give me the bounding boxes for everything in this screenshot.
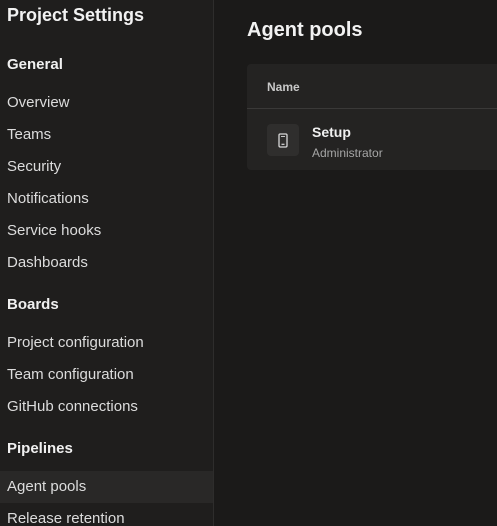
sidebar-item-agent-pools[interactable]: Agent pools: [0, 471, 213, 503]
sidebar-item-overview[interactable]: Overview: [0, 87, 213, 119]
sidebar-item-service-hooks[interactable]: Service hooks: [0, 215, 213, 247]
section-header-boards: Boards: [7, 296, 59, 313]
device-icon: [267, 124, 299, 156]
sidebar-item-project-configuration[interactable]: Project configuration: [0, 327, 213, 359]
section-header-pipelines: Pipelines: [7, 440, 73, 457]
sidebar-item-release-retention[interactable]: Release retention: [0, 503, 213, 526]
section-header-general: General: [7, 56, 63, 73]
page-title: Agent pools: [247, 19, 363, 41]
settings-sidebar: Project Settings General Overview Teams …: [0, 0, 214, 526]
pool-name[interactable]: Setup: [312, 124, 351, 140]
table-row[interactable]: Setup Administrator: [247, 109, 497, 170]
column-header-name[interactable]: Name: [267, 80, 300, 94]
agent-pools-table: Name Setup Administrator: [247, 64, 497, 170]
sidebar-item-dashboards[interactable]: Dashboards: [0, 247, 213, 279]
sidebar-item-team-configuration[interactable]: Team configuration: [0, 359, 213, 391]
sidebar-item-github-connections[interactable]: GitHub connections: [0, 391, 213, 423]
sidebar-title: Project Settings: [7, 5, 145, 25]
sidebar-item-notifications[interactable]: Notifications: [0, 183, 213, 215]
sidebar-item-teams[interactable]: Teams: [0, 119, 213, 151]
pool-owner: Administrator: [312, 146, 383, 160]
sidebar-item-security[interactable]: Security: [0, 151, 213, 183]
main-content: Agent pools Name Setup Administrator: [215, 0, 497, 526]
app-window: Project Settings General Overview Teams …: [0, 0, 497, 526]
